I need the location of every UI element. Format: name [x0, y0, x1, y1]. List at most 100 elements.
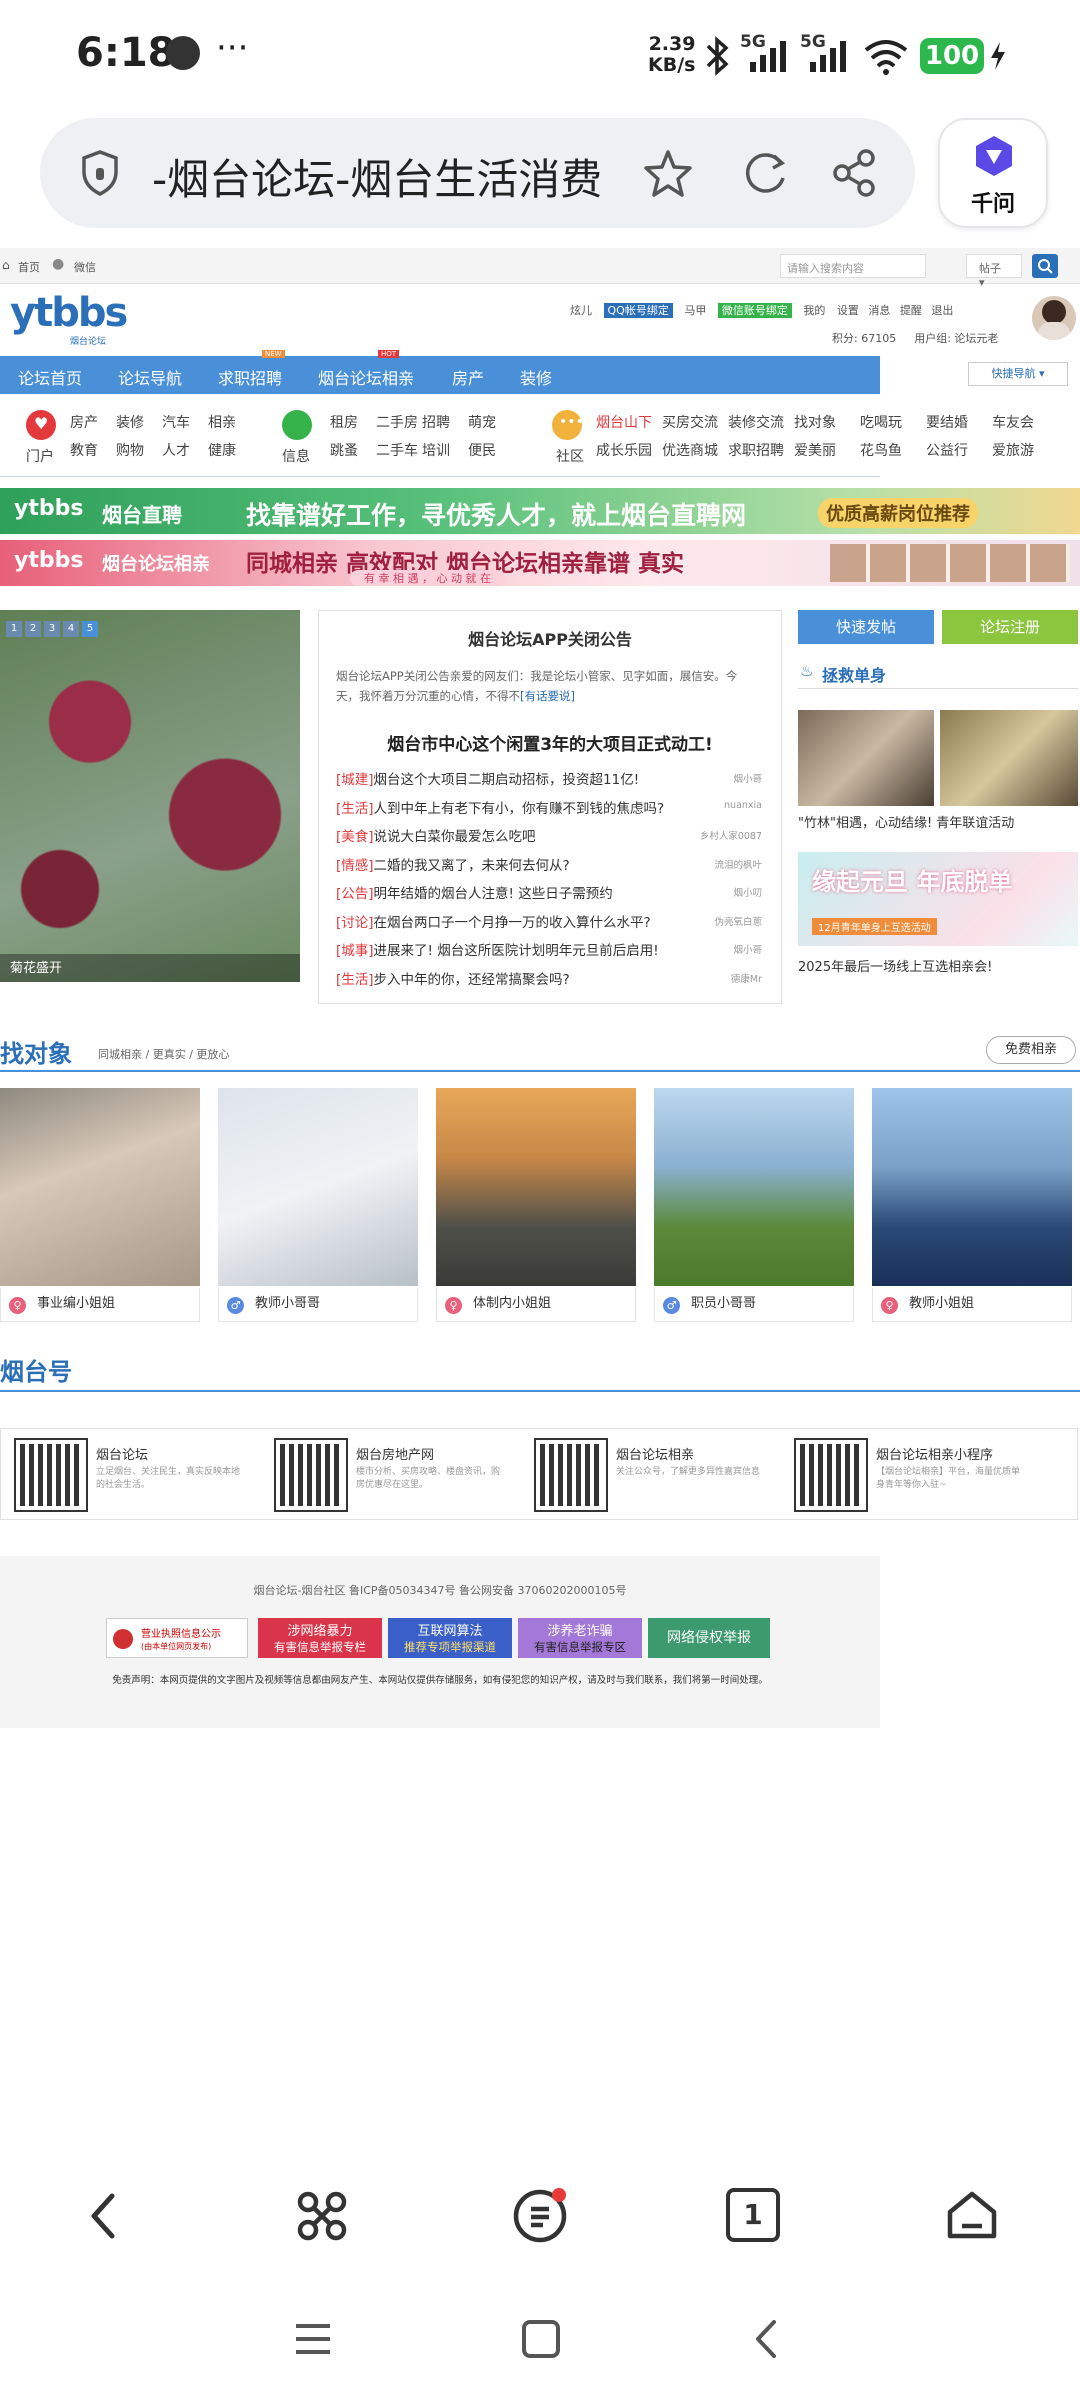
- subcat-link[interactable]: 二手房: [376, 412, 418, 432]
- news-item[interactable]: [城建]烟台这个大项目二期启动招标，投资超11亿!: [336, 768, 716, 788]
- qq-bind-link[interactable]: QQ帐号绑定: [603, 303, 673, 318]
- infringement-report-badge[interactable]: 网络侵权举报: [648, 1618, 770, 1658]
- subcat-link[interactable]: 优选商城: [662, 440, 718, 460]
- logout-link[interactable]: 退出: [931, 304, 953, 317]
- qwen-assistant-button[interactable]: 千问: [938, 118, 1048, 228]
- news-author[interactable]: 流泪的枫叶: [690, 857, 762, 871]
- wechat-icon[interactable]: ●: [52, 256, 64, 272]
- system-home-icon[interactable]: [518, 2316, 564, 2362]
- account-item[interactable]: 烟台论坛相亲 关注公众号，了解更多异性嘉宾信息: [524, 1434, 774, 1514]
- recent-apps-icon[interactable]: [290, 2316, 336, 2362]
- subcat-link[interactable]: 跳蚤: [330, 440, 358, 460]
- subcat-link[interactable]: 租房: [330, 412, 358, 432]
- remind-link[interactable]: 提醒: [900, 304, 922, 317]
- subcat-link[interactable]: 公益行: [926, 440, 968, 460]
- subcat-link[interactable]: 便民: [468, 440, 496, 460]
- singles-photo-2[interactable]: [940, 710, 1078, 806]
- subcat-link[interactable]: 萌宠: [468, 412, 496, 432]
- person-card-caption[interactable]: ♀ 事业编小姐姐: [0, 1288, 200, 1322]
- person-card-caption[interactable]: ♀ 体制内小姐姐: [436, 1288, 636, 1322]
- news-author[interactable]: 烟小哥: [690, 942, 762, 956]
- page-title[interactable]: -烟台论坛-烟台生活消费: [152, 146, 642, 207]
- menu-icon[interactable]: [510, 2186, 570, 2246]
- share-icon[interactable]: [830, 148, 880, 198]
- subcat-link[interactable]: 吃喝玩: [860, 412, 902, 432]
- subcat-link[interactable]: 花鸟鱼: [860, 440, 902, 460]
- tabs-button[interactable]: 1: [726, 2188, 780, 2242]
- subcat-link[interactable]: 招聘: [422, 412, 450, 432]
- slider-page-dot[interactable]: 3: [44, 621, 60, 637]
- license-badge[interactable]: 营业执照信息公示 (由本单位网页发布): [106, 1618, 248, 1658]
- nav-dating[interactable]: 烟台论坛相亲: [318, 365, 414, 389]
- subcat-link[interactable]: 二手车: [376, 440, 418, 460]
- dating-banner[interactable]: ytbbs 烟台论坛相亲 同城相亲 高效配对 烟台论坛相亲靠谱 真实 有 幸 相…: [0, 540, 1080, 586]
- notice-title[interactable]: 烟台论坛APP关闭公告: [318, 626, 782, 650]
- singles-caption-2[interactable]: 2025年最后一场线上互选相亲会!: [798, 956, 1078, 975]
- refresh-icon[interactable]: [740, 148, 790, 198]
- slider-page-dot[interactable]: 4: [63, 621, 79, 637]
- search-input[interactable]: 请输入搜索内容: [780, 254, 926, 278]
- nav-house[interactable]: 房产: [452, 365, 484, 389]
- person-card-caption[interactable]: ♂ 职员小哥哥: [654, 1288, 854, 1322]
- account-item[interactable]: 烟台论坛 立足烟台、关注民生，真实反映本地的社会生活。: [4, 1434, 254, 1514]
- news-item[interactable]: [讨论]在烟台两口子一个月挣一万的收入算什么水平?: [336, 911, 716, 931]
- nav-jobs[interactable]: 求职招聘: [218, 365, 282, 389]
- messages-link[interactable]: 消息: [868, 304, 890, 317]
- shield-icon[interactable]: [78, 148, 122, 198]
- algorithm-report-badge[interactable]: 互联网算法 推荐专项举报渠道: [388, 1618, 512, 1658]
- news-author[interactable]: nuanxia: [690, 800, 762, 811]
- nav-guide[interactable]: 论坛导航: [118, 365, 182, 389]
- cyberbully-report-badge[interactable]: 涉网络暴力 有害信息举报专栏: [258, 1618, 382, 1658]
- home-link[interactable]: 首页: [18, 259, 40, 275]
- subcat-link[interactable]: 装修: [116, 412, 144, 432]
- star-icon[interactable]: [642, 148, 694, 198]
- person-photo[interactable]: [0, 1088, 200, 1286]
- free-dating-button[interactable]: 免费相亲: [986, 1036, 1076, 1064]
- apps-icon[interactable]: [292, 2186, 352, 2246]
- subcat-link[interactable]: 成长乐园: [596, 440, 652, 460]
- news-item[interactable]: [公告]明年结婚的烟台人注意! 这些日子需预约: [336, 882, 716, 902]
- search-button[interactable]: [1032, 254, 1058, 278]
- subcat-link[interactable]: 房产: [70, 412, 98, 432]
- wechat-bind-link[interactable]: 微信账号绑定: [717, 303, 792, 318]
- news-author[interactable]: 德康Mr: [690, 971, 762, 985]
- subcat-link[interactable]: 汽车: [162, 412, 190, 432]
- user-name[interactable]: 炫儿: [570, 304, 592, 317]
- news-item[interactable]: [城事]进展来了! 烟台这所医院计划明年元旦前后启用!: [336, 939, 716, 959]
- back-icon[interactable]: [76, 2186, 136, 2246]
- slider-page-dot[interactable]: 5: [82, 621, 98, 637]
- wechat-link[interactable]: 微信: [74, 259, 96, 275]
- slider-page-dot[interactable]: 1: [6, 621, 22, 637]
- system-back-icon[interactable]: [744, 2316, 790, 2362]
- quick-nav-button[interactable]: 快捷导航 ▾: [968, 362, 1068, 386]
- subcat-link[interactable]: 相亲: [208, 412, 236, 432]
- subcat-link[interactable]: 培训: [422, 440, 450, 460]
- subcat-link[interactable]: 健康: [208, 440, 236, 460]
- subcat-link[interactable]: 教育: [70, 440, 98, 460]
- person-card-caption[interactable]: ♀ 教师小姐姐: [872, 1288, 1072, 1322]
- news-author[interactable]: 烟小哥: [690, 771, 762, 785]
- news-author[interactable]: 乡村人家0087: [690, 828, 762, 842]
- subcat-link[interactable]: 要结婚: [926, 412, 968, 432]
- headline[interactable]: 烟台市中心这个闲置3年的大项目正式动工!: [318, 730, 782, 755]
- home-icon[interactable]: [942, 2186, 1002, 2246]
- person-photo[interactable]: [436, 1088, 636, 1286]
- jobs-banner[interactable]: ytbbs 烟台直聘 找靠谱好工作，寻优秀人才，就上烟台直聘网 优质高薪岗位推荐: [0, 488, 1080, 534]
- elder-fraud-report-badge[interactable]: 涉养老诈骗 有害信息举报专区: [518, 1618, 642, 1658]
- subcat-link[interactable]: 爱旅游: [992, 440, 1034, 460]
- mine-link[interactable]: 我的: [803, 304, 825, 317]
- nav-decoration[interactable]: 装修: [520, 365, 552, 389]
- news-item[interactable]: [情感]二婚的我又离了，未来何去何从?: [336, 854, 716, 874]
- news-item[interactable]: [生活]人到中年上有老下有小，你有赚不到钱的焦虑吗?: [336, 797, 716, 817]
- subcat-link[interactable]: 购物: [116, 440, 144, 460]
- news-item[interactable]: [生活]步入中年的你，还经常搞聚会吗?: [336, 968, 716, 988]
- new-year-promo[interactable]: 缘起元旦 年底脱单 12月青年单身上互选活动: [798, 852, 1078, 946]
- news-item[interactable]: [美食]说说大白菜你最爱怎么吃吧: [336, 825, 716, 845]
- news-author[interactable]: 烟小叨: [690, 885, 762, 899]
- subcat-link[interactable]: 装修交流: [728, 412, 784, 432]
- icp-info[interactable]: 烟台论坛-烟台社区 鲁ICP备05034347号 鲁公网安备 370602020…: [0, 1582, 880, 1598]
- subcat-link[interactable]: 人才: [162, 440, 190, 460]
- subcat-link[interactable]: 求职招聘: [728, 440, 784, 460]
- person-photo[interactable]: [218, 1088, 418, 1286]
- image-slider[interactable]: 12345 菊花盛开: [0, 610, 300, 982]
